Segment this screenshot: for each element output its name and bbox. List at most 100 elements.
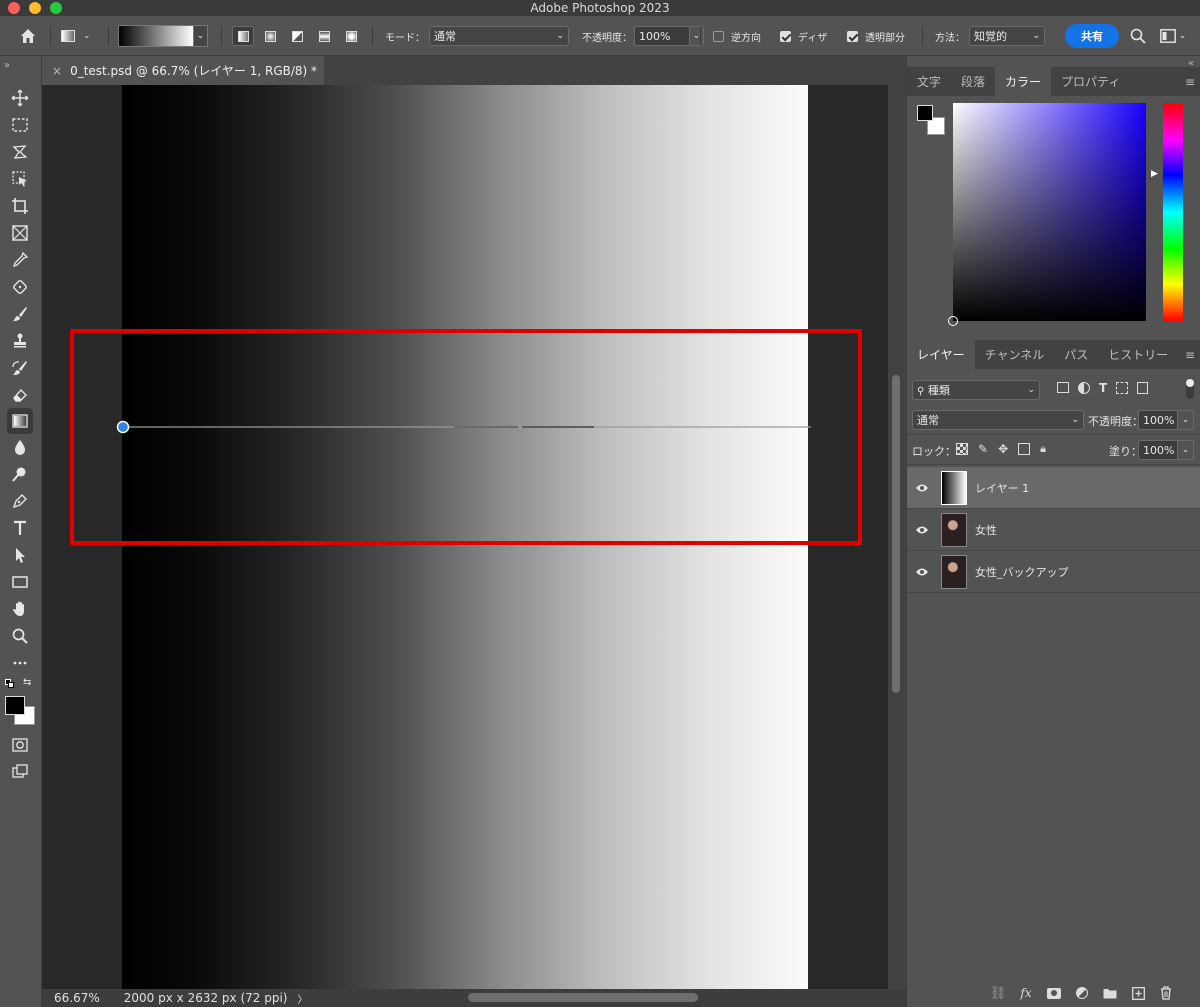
gradient-editor-picker[interactable]: ⌄ <box>118 25 208 47</box>
object-select-icon[interactable] <box>9 168 31 190</box>
layer-thumbnail[interactable] <box>941 512 967 547</box>
color-picker-cursor[interactable] <box>948 316 958 326</box>
panel-menu-icon[interactable]: ≡ <box>1179 340 1200 369</box>
lock-artboard-icon[interactable] <box>1018 443 1031 455</box>
dither-checkbox[interactable]: ディザ <box>780 25 827 47</box>
healing-brush-icon[interactable] <box>9 276 31 298</box>
tab-color[interactable]: カラー <box>995 67 1052 96</box>
eraser-icon[interactable] <box>9 384 31 406</box>
pixel-filter-icon[interactable] <box>1057 382 1069 393</box>
share-button[interactable]: 共有 <box>1065 24 1119 48</box>
visibility-eye-icon[interactable] <box>907 525 937 535</box>
vertical-scroll-thumb[interactable] <box>892 375 900 693</box>
layer-thumbnail[interactable] <box>941 470 967 505</box>
zoom-tool-icon[interactable] <box>9 625 31 647</box>
layer-name[interactable]: レイヤー 1 <box>975 480 1029 496</box>
crop-tool-icon[interactable] <box>9 195 31 217</box>
chevron-down-icon[interactable]: ⌄ <box>1178 440 1194 460</box>
opacity-input[interactable]: 100% <box>634 26 690 46</box>
type-filter-icon[interactable]: T <box>1099 382 1107 394</box>
eyedropper-icon[interactable] <box>9 249 31 271</box>
screen-mode-icon[interactable] <box>9 760 31 782</box>
home-button[interactable] <box>17 26 39 46</box>
search-button[interactable] <box>1127 26 1149 46</box>
clone-stamp-icon[interactable] <box>9 330 31 352</box>
visibility-eye-icon[interactable] <box>907 567 937 577</box>
reverse-checkbox[interactable]: 逆方向 <box>713 25 761 47</box>
fill-input[interactable]: 100% <box>1138 440 1178 460</box>
vertical-scrollbar[interactable] <box>888 85 906 989</box>
color-saturation-field[interactable] <box>948 103 1146 326</box>
foreground-color-swatch[interactable] <box>917 105 933 121</box>
layer-name[interactable]: 女性 <box>975 522 997 538</box>
angle-gradient-button[interactable] <box>286 26 308 46</box>
tab-character[interactable]: 文字 <box>907 67 951 96</box>
status-info-arrow[interactable]: 〉 <box>297 991 307 1006</box>
tool-preset-picker[interactable]: ⌄ <box>61 26 101 46</box>
more-tools-icon[interactable] <box>9 652 31 674</box>
mode-select[interactable]: 通常 ⌄ <box>429 26 569 46</box>
panel-collapse-icon[interactable]: » <box>4 60 10 71</box>
quick-mask-icon[interactable] <box>9 734 31 756</box>
minimize-window-button[interactable] <box>29 2 41 14</box>
tab-channels[interactable]: チャンネル <box>975 340 1055 369</box>
tab-history[interactable]: ヒストリー <box>1098 340 1178 369</box>
layer-opacity-input[interactable]: 100% <box>1138 410 1178 430</box>
reflected-gradient-button[interactable] <box>313 26 335 46</box>
blend-mode-select[interactable]: 通常 ⌄ <box>912 410 1084 430</box>
close-tab-icon[interactable]: × <box>52 64 62 78</box>
adjustment-filter-icon[interactable] <box>1078 382 1090 394</box>
layer-thumbnail[interactable] <box>941 554 967 589</box>
frame-tool-icon[interactable] <box>9 222 31 244</box>
hue-slider[interactable] <box>1163 103 1183 321</box>
transparency-checkbox[interactable]: 透明部分 <box>847 25 905 47</box>
lock-image-icon[interactable]: ✎ <box>978 442 988 456</box>
add-mask-icon[interactable] <box>1045 984 1063 1002</box>
layer-filter-select[interactable]: ⚲ 種類 ⌄ <box>912 380 1040 400</box>
foreground-color-swatch[interactable] <box>5 696 25 715</box>
rectangle-tool-icon[interactable] <box>9 571 31 593</box>
move-tool-icon[interactable] <box>9 87 31 109</box>
lasso-tool-icon[interactable] <box>9 141 31 163</box>
document-tab[interactable]: × 0_test.psd @ 66.7% (レイヤー 1, RGB/8) * <box>42 56 324 85</box>
tab-paragraph[interactable]: 段落 <box>951 67 995 96</box>
gradient-preview[interactable] <box>118 25 194 47</box>
fx-icon[interactable]: fx <box>1017 984 1035 1002</box>
layer-name[interactable]: 女性_バックアップ <box>975 564 1069 580</box>
layer-row[interactable]: 女性 <box>907 509 1200 551</box>
new-layer-icon[interactable] <box>1129 984 1147 1002</box>
close-window-button[interactable] <box>8 2 20 14</box>
chevron-down-icon[interactable]: ⌄ <box>194 25 208 47</box>
shape-filter-icon[interactable] <box>1116 382 1129 394</box>
chevron-down-icon[interactable]: ⌄ <box>1178 410 1194 430</box>
swap-colors-icon[interactable]: ⇆ <box>23 677 31 688</box>
linear-gradient-button[interactable] <box>232 26 254 46</box>
canvas-area[interactable] <box>42 85 888 989</box>
layer-row[interactable]: 女性_バックアップ <box>907 551 1200 593</box>
type-tool-icon[interactable] <box>9 517 31 539</box>
chevron-down-icon[interactable]: ⌄ <box>690 26 704 46</box>
method-select[interactable]: 知覚的 ⌄ <box>969 26 1045 46</box>
tab-properties[interactable]: プロパティ <box>1051 67 1130 96</box>
hue-slider-indicator-icon[interactable]: ▶ <box>1151 169 1158 179</box>
radial-gradient-button[interactable] <box>259 26 281 46</box>
delete-layer-icon[interactable] <box>1157 984 1175 1002</box>
adjustment-layer-icon[interactable] <box>1073 984 1091 1002</box>
lock-all-icon[interactable]: 🔒︎ <box>1040 442 1046 456</box>
diamond-gradient-button[interactable] <box>340 26 362 46</box>
transparency-checkbox-box[interactable] <box>847 30 858 42</box>
zoom-window-button[interactable] <box>50 2 62 14</box>
default-colors-icon[interactable] <box>5 679 15 689</box>
blur-tool-icon[interactable] <box>9 436 31 458</box>
marquee-tool-icon[interactable] <box>9 114 31 136</box>
workspace-switcher[interactable]: ⌄ <box>1157 26 1189 46</box>
horizontal-scroll-thumb[interactable] <box>468 993 698 1002</box>
dodge-tool-icon[interactable] <box>9 463 31 485</box>
reverse-checkbox-box[interactable] <box>713 30 724 42</box>
panel-menu-icon[interactable]: ≡ <box>1179 67 1200 96</box>
tab-layers[interactable]: レイヤー <box>907 340 975 369</box>
hand-tool-icon[interactable] <box>9 598 31 620</box>
lock-transparent-icon[interactable] <box>956 443 968 455</box>
zoom-level[interactable]: 66.67% <box>54 991 100 1005</box>
gradient-tool-icon[interactable] <box>7 408 33 434</box>
